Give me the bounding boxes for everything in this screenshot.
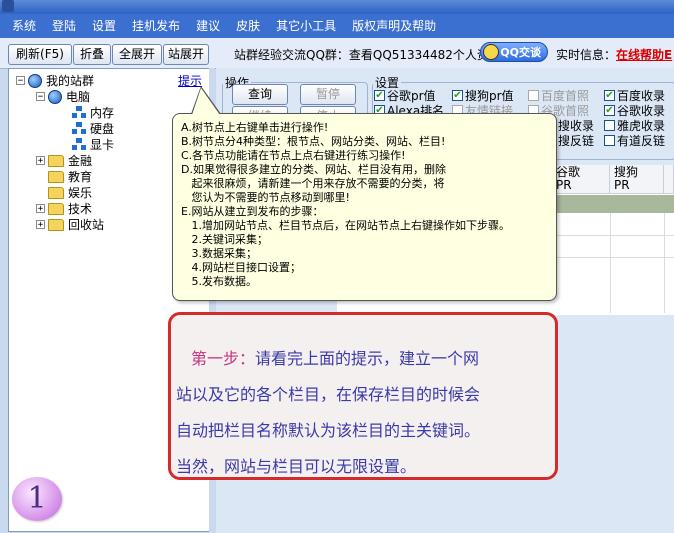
- callout-line-3: 自动把栏目名称默认为该栏目的主关键词。: [176, 421, 481, 440]
- tooltip-line: E.网站从建立到发布的步骤：: [181, 205, 324, 218]
- cb-youdao-backlinks[interactable]: 有道反链: [604, 132, 665, 149]
- realtime-info: 实时信息：在线帮助E: [556, 46, 672, 63]
- online-help-link[interactable]: 在线帮助E: [616, 48, 672, 62]
- grid-divider: [610, 213, 611, 313]
- tooltip-tail-fill: [192, 88, 220, 115]
- tooltip-line: C.各节点功能请在节点上点右键进行练习操作!: [181, 149, 406, 162]
- tutorial-callout: 第一步：请看完上面的提示，建立一个网 站以及它的各个栏目，在保存栏目的时候会 自…: [168, 312, 558, 480]
- help-tooltip: A.树节点上右键单击进行操作! B.树节点分4种类型：根节点、网站分类、网站、栏…: [172, 86, 557, 301]
- folder-icon: [48, 170, 64, 183]
- callout-line-2: 站以及它的各个栏目，在保存栏目的时候会: [176, 385, 481, 404]
- toolbar: 刷新(F5) 折叠 全展开 站展开 站群经验交流QQ群：查看QQ51334482…: [0, 38, 674, 69]
- tree-node-label: 娱乐: [68, 186, 93, 200]
- site-expand-button[interactable]: 站展开: [163, 44, 209, 65]
- window-title-bar: [0, 0, 674, 14]
- tree-node-label: 回收站: [68, 218, 105, 232]
- query-button[interactable]: 查询: [232, 84, 288, 105]
- checkbox-icon: ✔: [604, 105, 615, 116]
- collapse-toggle-icon[interactable]: −: [36, 92, 45, 102]
- checkbox-icon: ✔: [452, 90, 463, 101]
- qq-penguin-icon: [483, 44, 499, 60]
- tooltip-line: A.树节点上右键单击进行操作!: [181, 121, 329, 134]
- checkbox-icon: [528, 90, 539, 101]
- tree-node-entertainment[interactable]: 娱乐: [48, 184, 92, 201]
- cb-sou-backlinks[interactable]: 搜反链: [558, 132, 594, 149]
- grid-header-sogou-pr[interactable]: 搜狗 PR: [610, 165, 664, 194]
- tree-node-memory[interactable]: 内存: [72, 104, 114, 121]
- folder-icon: [48, 154, 64, 167]
- menu-skin[interactable]: 皮肤: [228, 14, 268, 38]
- folder-icon: [48, 202, 64, 215]
- step-number-badge: 1: [12, 477, 62, 521]
- network-globe-icon: [28, 73, 42, 88]
- tooltip-line: 3.数据采集；: [181, 247, 257, 260]
- menu-copyright-help[interactable]: 版权声明及帮助: [344, 14, 444, 38]
- tooltip-line: D.如果觉得很多建立的分类、网站、栏目没有用，删除: [181, 163, 446, 176]
- expand-all-button[interactable]: 全展开: [112, 44, 162, 65]
- qq-chat-label: QQ交谈: [500, 46, 541, 59]
- site-globe-icon: [48, 89, 62, 104]
- tree-node-graphics[interactable]: 显卡: [72, 136, 114, 153]
- tree-node-root[interactable]: − 我的站群: [16, 72, 94, 89]
- tree-node-label: 教育: [68, 170, 93, 184]
- menu-bar: 系统 登陆 设置 挂机发布 建议 皮肤 其它小工具 版权声明及帮助: [0, 14, 674, 38]
- tooltip-line: 1.增加网站节点、栏目节点后，在网站节点上右键操作如下步骤。: [181, 219, 510, 232]
- menu-other-tools[interactable]: 其它小工具: [268, 14, 344, 38]
- tooltip-line: 4.网站栏目接口设置；: [181, 261, 301, 274]
- tree-node-technology[interactable]: + 技术: [36, 200, 92, 217]
- tree-node-finance[interactable]: + 金融: [36, 152, 92, 169]
- tooltip-line: B.树节点分4种类型：根节点、网站分类、网站、栏目!: [181, 135, 446, 148]
- realtime-label: 实时信息：: [556, 48, 617, 62]
- tree-node-education[interactable]: 教育: [48, 168, 92, 185]
- grid-header-next[interactable]: [664, 165, 674, 194]
- tooltip-line: 5.发布数据。: [181, 275, 257, 288]
- qq-group-info: 站群经验交流QQ群：查看QQ51334482个人资料: [234, 48, 501, 62]
- menu-system[interactable]: 系统: [0, 14, 44, 38]
- step-label: 第一步：: [191, 349, 256, 368]
- folder-icon: [48, 218, 64, 231]
- expand-toggle-icon[interactable]: +: [36, 220, 45, 230]
- checkbox-icon: [604, 135, 615, 146]
- menu-login[interactable]: 登陆: [44, 14, 84, 38]
- grid-divider: [664, 213, 665, 313]
- collapse-button[interactable]: 折叠: [73, 44, 111, 65]
- tree-node-label: 技术: [68, 202, 93, 216]
- tree-node-label: 我的站群: [46, 74, 95, 88]
- tree-node-disk[interactable]: 硬盘: [72, 120, 114, 137]
- menu-auto-publish[interactable]: 挂机发布: [124, 14, 188, 38]
- tree-node-label: 金融: [68, 154, 93, 168]
- tooltip-line: 起来很麻烦，请新建一个用来存放不需要的分类，将: [181, 177, 445, 190]
- grid-header-google-pr[interactable]: 谷歌 PR: [552, 165, 610, 194]
- column-node-icon: [72, 138, 86, 151]
- expand-toggle-icon[interactable]: +: [36, 204, 45, 214]
- checkbox-icon: ✔: [374, 90, 385, 101]
- tooltip-line: 您认为不需要的节点移动到哪里!: [181, 191, 350, 204]
- menu-settings[interactable]: 设置: [84, 14, 124, 38]
- tree-node-label: 电脑: [66, 90, 91, 104]
- tree-node-recycle-bin[interactable]: + 回收站: [36, 216, 104, 233]
- column-node-icon: [72, 122, 86, 135]
- folder-icon: [48, 186, 64, 199]
- callout-line-4: 当然，网站与栏目可以无限设置。: [176, 457, 417, 476]
- tree-node-label: 内存: [90, 106, 115, 120]
- checkbox-icon: [604, 120, 615, 131]
- column-node-icon: [72, 106, 86, 119]
- pause-button[interactable]: 暂停: [300, 84, 356, 105]
- app-icon: [2, 0, 14, 12]
- qq-chat-button[interactable]: QQ交谈: [480, 42, 548, 62]
- callout-line-1: 第一步：请看完上面的提示，建立一个网: [191, 349, 480, 368]
- collapse-toggle-icon[interactable]: −: [16, 76, 25, 86]
- menu-suggest[interactable]: 建议: [188, 14, 228, 38]
- tree-node-label: 硬盘: [90, 122, 115, 136]
- refresh-button[interactable]: 刷新(F5): [8, 44, 72, 65]
- checkbox-icon: ✔: [604, 90, 615, 101]
- tree-node-computer[interactable]: − 电脑: [36, 88, 90, 105]
- expand-toggle-icon[interactable]: +: [36, 156, 45, 166]
- tree-node-label: 显卡: [90, 138, 115, 152]
- tooltip-line: 2.关键词采集；: [181, 233, 268, 246]
